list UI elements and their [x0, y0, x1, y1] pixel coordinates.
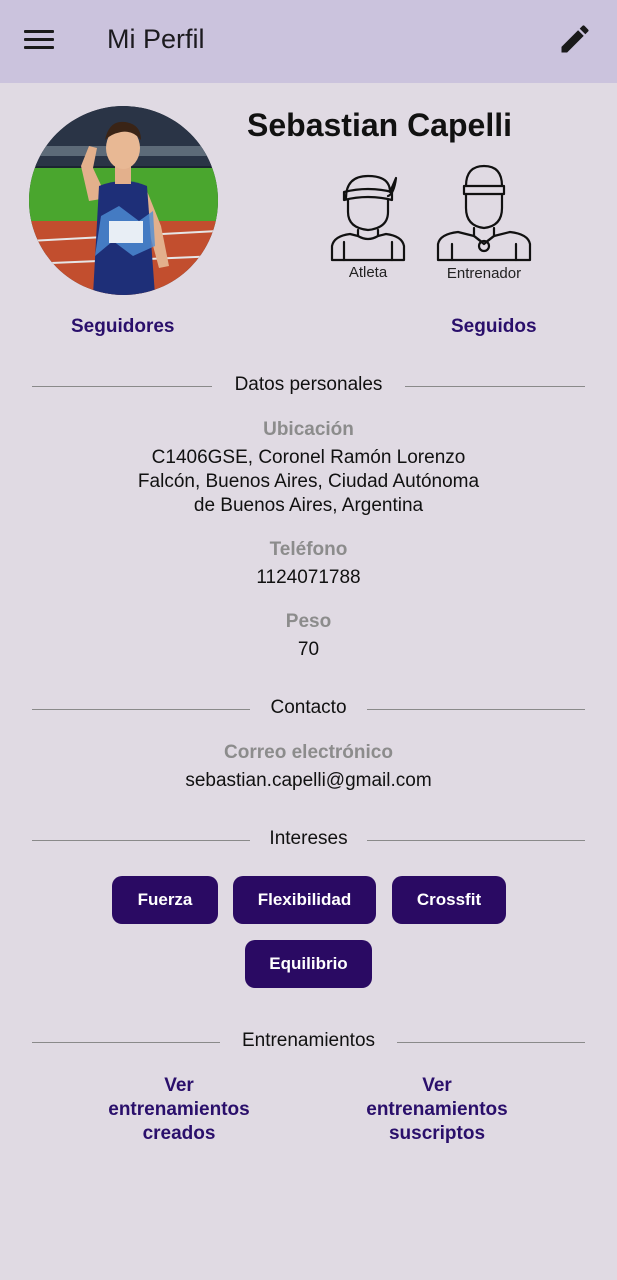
- section-contact: Contacto: [32, 697, 585, 721]
- profile-name: Sebastian Capelli: [247, 107, 512, 143]
- section-trainings: Entrenamientos: [32, 1030, 585, 1054]
- section-personal-data: Datos personales: [32, 374, 585, 398]
- email-value: sebastian.capelli@gmail.com: [185, 770, 432, 791]
- subscribed-line-1: Ver: [422, 1075, 452, 1096]
- subscribed-line-2: entrenamientos: [366, 1099, 508, 1120]
- created-line-3: creados: [142, 1123, 216, 1144]
- section-contact-title: Contacto: [270, 697, 347, 718]
- location-line-2: Falcón, Buenos Aires, Ciudad Autónoma: [137, 471, 480, 492]
- location-line-3: de Buenos Aires, Argentina: [193, 495, 424, 516]
- interest-chip-equilibrio[interactable]: Equilibrio: [245, 940, 372, 988]
- coach-role-icon[interactable]: [436, 164, 532, 262]
- weight-value: 70: [297, 639, 320, 660]
- interest-chip-crossfit[interactable]: Crossfit: [392, 876, 506, 924]
- email-label: Correo electrónico: [224, 742, 393, 763]
- weight-label: Peso: [285, 611, 332, 632]
- location-label: Ubicación: [263, 419, 354, 440]
- section-personal-data-title: Datos personales: [234, 374, 383, 395]
- following-link[interactable]: Seguidos: [451, 316, 537, 338]
- role-coach-label: Entrenador: [446, 265, 522, 282]
- athlete-photo: [29, 106, 218, 295]
- edit-pencil-icon[interactable]: [557, 21, 593, 57]
- view-subscribed-trainings-link[interactable]: Ver entrenamientos suscriptos: [337, 1074, 537, 1146]
- followers-link[interactable]: Seguidores: [71, 316, 174, 338]
- phone-value: 1124071788: [256, 567, 361, 588]
- location-line-1: C1406GSE, Coronel Ramón Lorenzo: [151, 447, 466, 468]
- created-line-2: entrenamientos: [108, 1099, 250, 1120]
- subscribed-line-3: suscriptos: [388, 1123, 486, 1144]
- created-line-1: Ver: [164, 1075, 194, 1096]
- section-interests-title: Intereses: [269, 828, 348, 849]
- page-title: Mi Perfil: [107, 24, 205, 54]
- role-athlete-label: Atleta: [348, 264, 388, 281]
- view-created-trainings-link[interactable]: Ver entrenamientos creados: [79, 1074, 279, 1146]
- avatar: [29, 106, 218, 295]
- interest-chip-flexibilidad[interactable]: Flexibilidad: [233, 876, 376, 924]
- section-interests: Intereses: [32, 828, 585, 852]
- menu-icon[interactable]: [24, 28, 56, 52]
- athlete-role-icon[interactable]: [330, 170, 406, 262]
- interest-chip-fuerza[interactable]: Fuerza: [112, 876, 218, 924]
- app-bar: Mi Perfil: [0, 0, 617, 83]
- section-trainings-title: Entrenamientos: [241, 1030, 376, 1051]
- phone-label: Teléfono: [269, 539, 348, 560]
